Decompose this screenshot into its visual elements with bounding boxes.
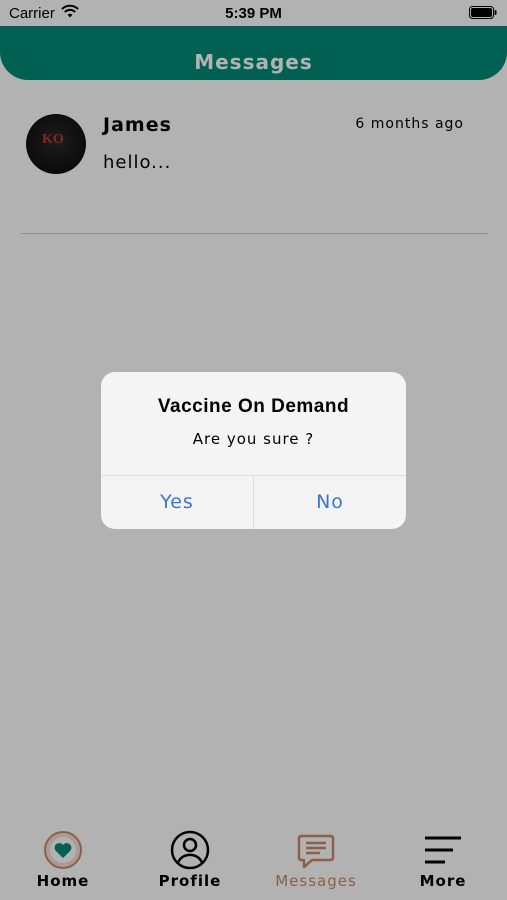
confirm-dialog: Vaccine On Demand Are you sure ? Yes No bbox=[101, 372, 406, 529]
dialog-title: Vaccine On Demand bbox=[157, 396, 350, 417]
no-button[interactable]: No bbox=[254, 476, 406, 529]
yes-button[interactable]: Yes bbox=[101, 476, 253, 529]
dialog-message: Are you sure ? bbox=[192, 430, 315, 448]
